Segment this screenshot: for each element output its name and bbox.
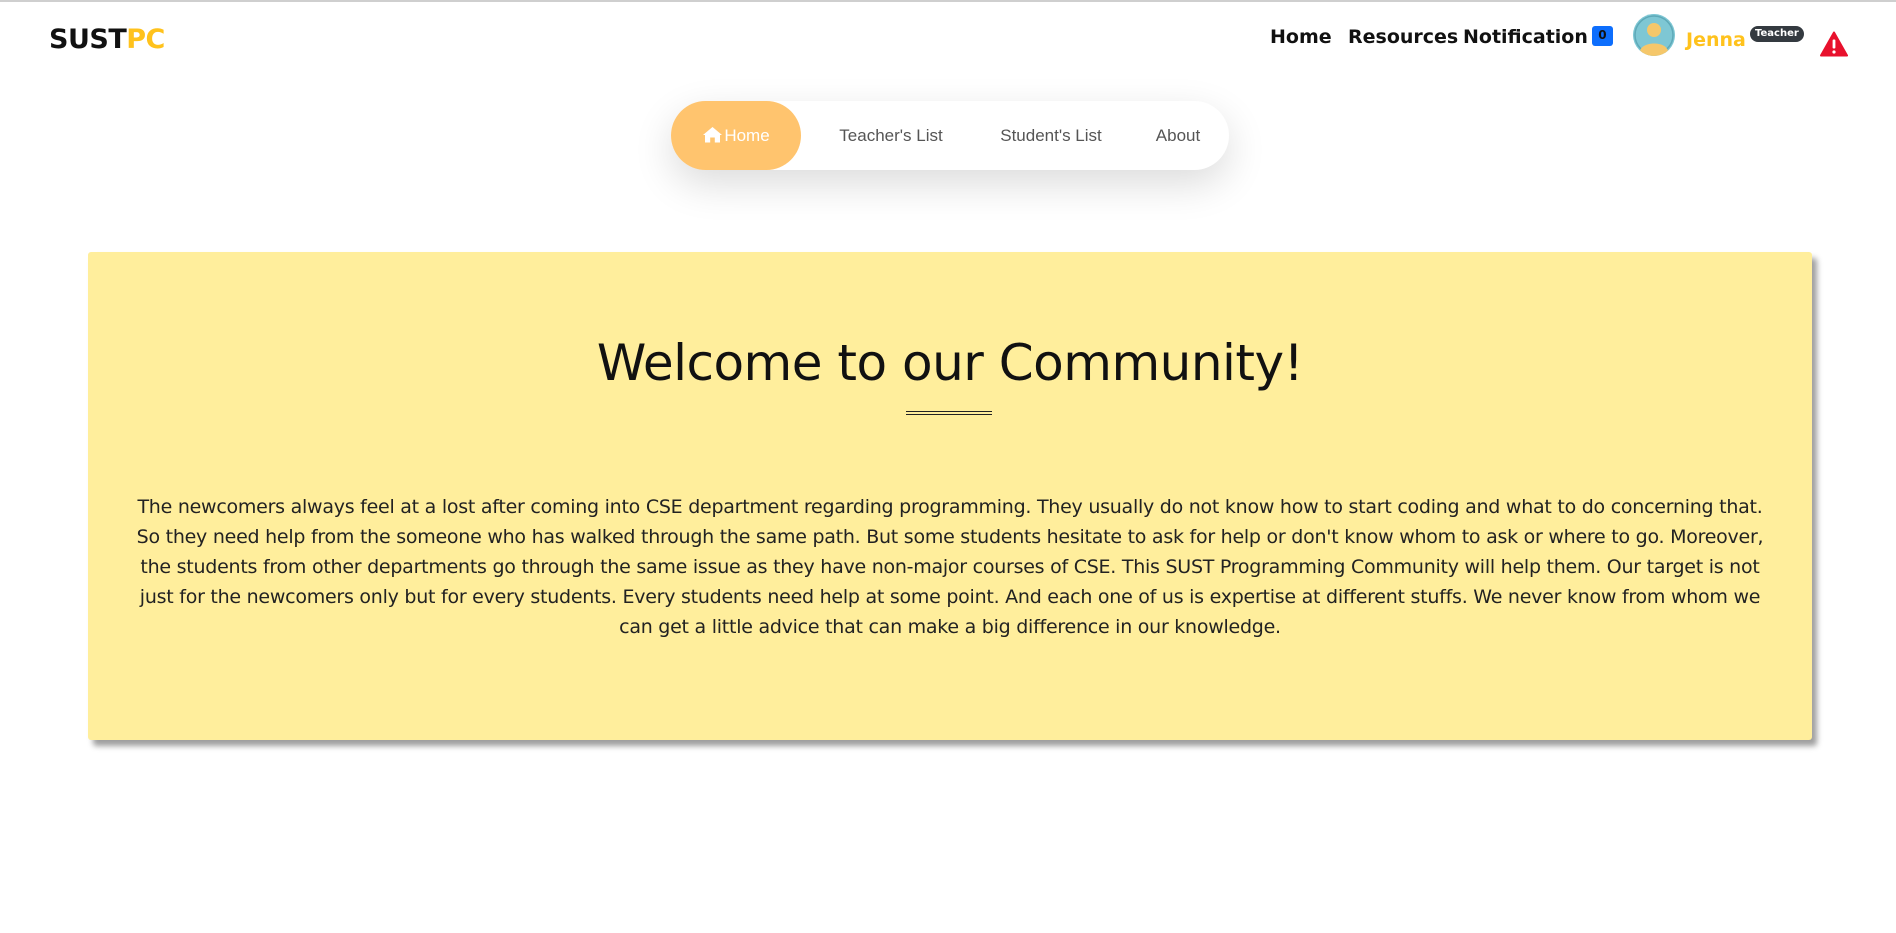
user-avatar-icon[interactable] bbox=[1633, 14, 1675, 56]
tab-home[interactable]: Home bbox=[671, 101, 801, 170]
tab-teachers-list[interactable]: Teacher's List bbox=[821, 101, 961, 170]
tab-students-list[interactable]: Student's List bbox=[981, 101, 1121, 170]
welcome-title: Welcome to our Community! bbox=[596, 334, 1304, 392]
brand-part-pc: PC bbox=[126, 24, 165, 55]
home-icon bbox=[702, 103, 723, 143]
brand-logo[interactable]: SUSTPC bbox=[49, 24, 165, 55]
top-navbar: SUSTPC Home Resources Notification 0 Jenn… bbox=[0, 2, 1896, 78]
title-divider bbox=[906, 411, 992, 415]
nav-resources-link[interactable]: Resources bbox=[1348, 26, 1458, 48]
notification-count-badge: 0 bbox=[1591, 25, 1613, 46]
tab-home-label: Home bbox=[724, 126, 770, 145]
section-tabs: Home Teacher's List Student's List About bbox=[671, 101, 1229, 170]
welcome-description: The newcomers always feel at a lost afte… bbox=[136, 496, 1764, 638]
warning-triangle-icon[interactable] bbox=[1820, 31, 1848, 57]
tab-about[interactable]: About bbox=[1141, 101, 1215, 170]
nav-notification-link[interactable]: Notification 0 bbox=[1463, 25, 1613, 48]
user-name[interactable]: Jenna bbox=[1686, 29, 1746, 51]
welcome-card: Welcome to our Community! The newcomers … bbox=[88, 252, 1812, 740]
nav-home-link[interactable]: Home bbox=[1270, 26, 1332, 48]
user-role-badge: Teacher bbox=[1750, 26, 1804, 42]
brand-part-sust: SUST bbox=[49, 24, 127, 55]
notification-label: Notification bbox=[1463, 26, 1588, 48]
